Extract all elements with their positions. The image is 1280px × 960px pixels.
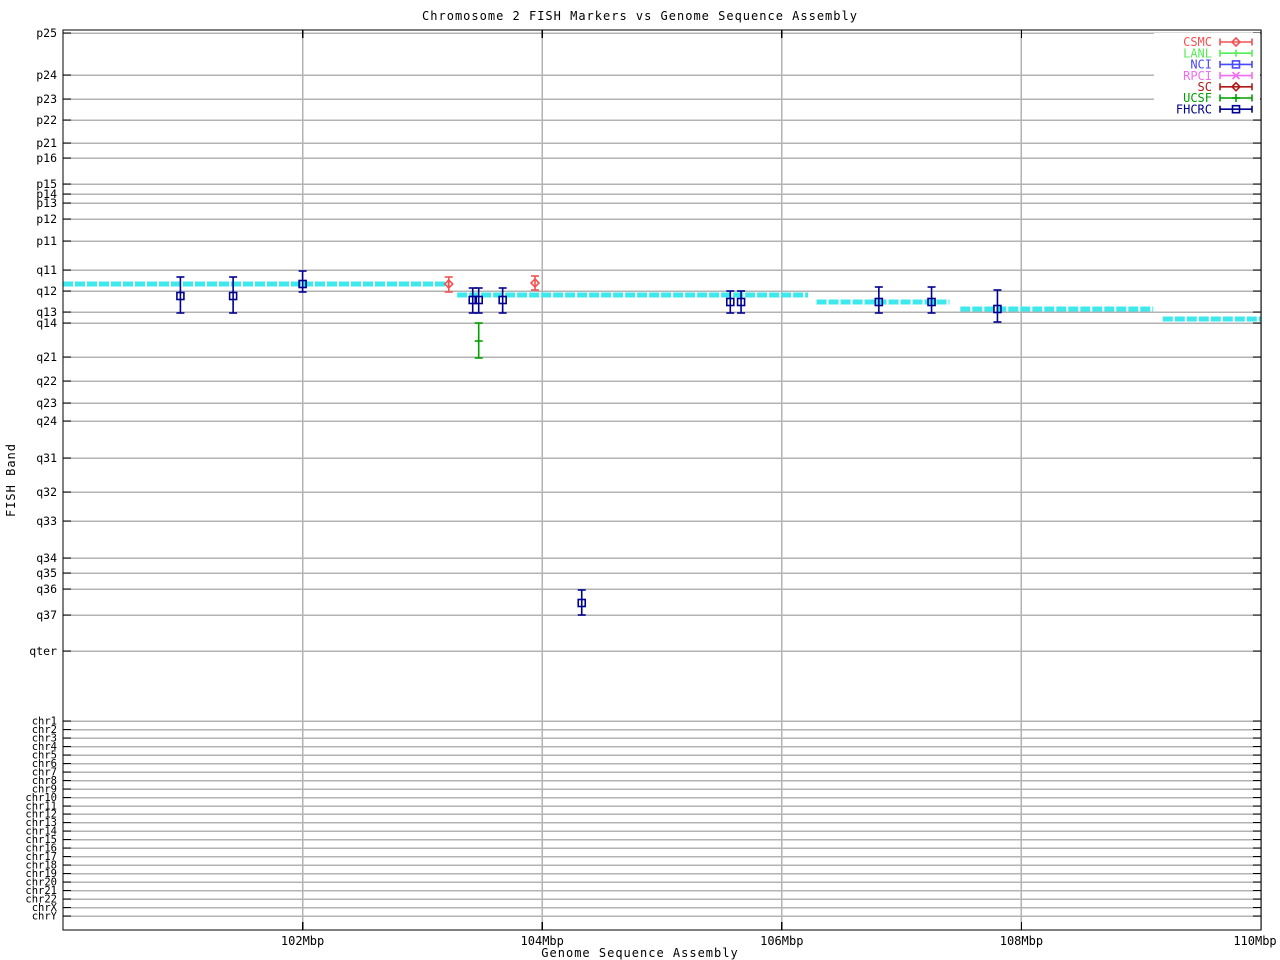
y-tick-label: q11 [36, 263, 57, 277]
chart-page: { "chart_data": { "type": "scatter", "ti… [0, 0, 1280, 960]
data-point [577, 589, 587, 616]
data-point [298, 270, 307, 293]
y-tick-label: q32 [36, 485, 57, 499]
y-tick-label: q14 [36, 316, 57, 330]
y-tick-label: qter [29, 644, 57, 658]
data-point [993, 289, 1002, 323]
data-point [443, 276, 454, 293]
gridlines [63, 30, 1262, 930]
chart-canvas: p25p24p23p22p21p16p15p14p13p12p11q11q12q… [25, 26, 1276, 948]
data-point [529, 275, 541, 291]
plot-border [62, 29, 1262, 931]
y-tick-label: q12 [36, 284, 57, 298]
y-tick-label: p23 [36, 92, 57, 106]
legend-label: FHCRC [1176, 102, 1212, 116]
y-tick-label: p25 [36, 26, 57, 40]
legend: CSMCLANLNCIRPCISCUCSFFHCRC [1154, 33, 1260, 117]
y-tick-label: p22 [36, 113, 57, 127]
y-tick-label: q31 [36, 451, 57, 465]
y-tick-label: p12 [36, 212, 57, 226]
y-tick-label: q23 [36, 396, 57, 410]
data-point [474, 322, 483, 359]
assembly-coverage-bands [63, 281, 1261, 322]
y-tick-label: q24 [36, 414, 57, 428]
series-UCSF [474, 322, 483, 359]
y-tick-label: chrY [32, 911, 58, 923]
y-tick-label: q22 [36, 374, 57, 388]
y-tick-label: q36 [36, 582, 57, 596]
axes [62, 29, 1262, 931]
y-tick-label: q21 [36, 350, 57, 364]
tick-labels: p25p24p23p22p21p16p15p14p13p12p11q11q12q… [25, 26, 1276, 948]
y-tick-label: q37 [36, 608, 57, 622]
y-tick-label: p11 [36, 234, 57, 248]
y-tick-label: p16 [36, 151, 57, 165]
y-tick-label: p24 [36, 68, 57, 82]
y-tick-label: p13 [36, 196, 57, 210]
y-tick-label: p21 [36, 136, 57, 150]
x-axis-title: Genome Sequence Assembly [541, 946, 739, 960]
y-tick-label: q35 [36, 566, 57, 580]
series-CSMC [443, 275, 541, 293]
y-tick-label: q33 [36, 514, 57, 528]
y-tick-label: q34 [36, 551, 57, 565]
